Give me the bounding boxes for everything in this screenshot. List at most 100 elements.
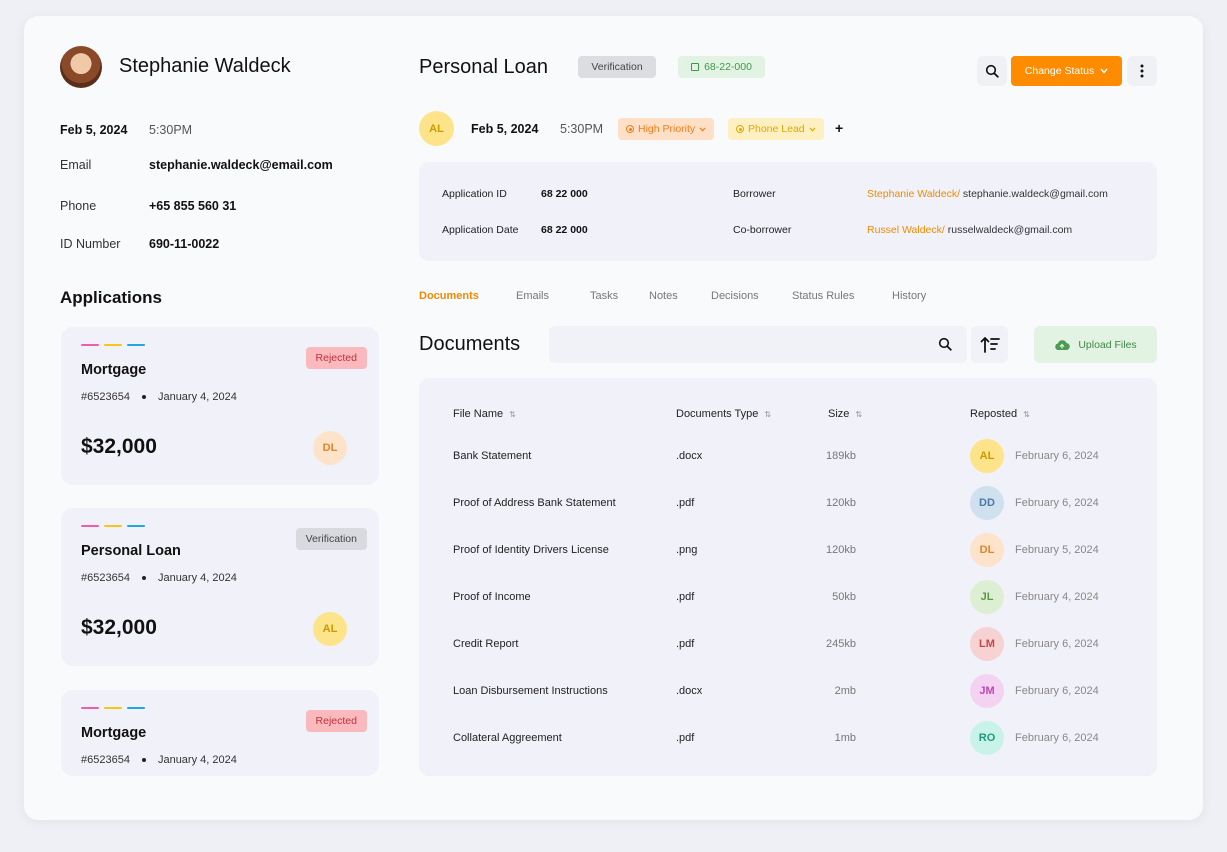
application-name: Mortgage (81, 725, 147, 741)
sort-icon: ⇅ (764, 409, 772, 419)
borrower-value: Stephanie Waldeck/ stephanie.waldeck@gma… (867, 188, 1108, 200)
chevron-down-icon (1100, 68, 1108, 74)
separator-dot (141, 576, 146, 580)
tab-emails[interactable]: Emails (516, 290, 549, 302)
coborrower-email: russelwaldeck@gmail.com (944, 224, 1073, 236)
application-date: January 4, 2024 (157, 391, 237, 403)
application-id-label: Application ID (442, 188, 507, 200)
application-amount: $32,000 (81, 435, 157, 458)
more-vertical-icon (1140, 64, 1144, 78)
separator-dot (141, 758, 146, 762)
application-card[interactable]: Mortgage Rejected #6523654 January 4, 20… (61, 690, 379, 776)
tab-tasks[interactable]: Tasks (590, 290, 618, 302)
user-avatar: DD (970, 486, 1004, 520)
applications-title: Applications (60, 288, 163, 307)
lead-icon (736, 125, 744, 133)
column-header-documents-type[interactable]: Documents Type ⇅ (676, 408, 771, 420)
user-avatar: JL (970, 580, 1004, 614)
application-card[interactable]: Personal Loan Verification #6523654 Janu… (61, 508, 379, 666)
tab-notes[interactable]: Notes (649, 290, 678, 302)
application-meta: #6523654 January 4, 2024 (81, 391, 237, 403)
borrower-name-link[interactable]: Stephanie Waldeck/ (867, 188, 960, 200)
page-title: Personal Loan (419, 56, 548, 78)
application-amount: $32,000 (81, 616, 157, 639)
email-value: stephanie.waldeck@email.com (149, 158, 333, 172)
borrower-label: Borrower (733, 188, 776, 200)
column-header-file-name[interactable]: File Name ⇅ (453, 408, 516, 420)
application-info-panel (419, 162, 1157, 261)
id-number-label: ID Number (60, 237, 121, 251)
search-icon (985, 64, 999, 78)
column-header-size[interactable]: Size ⇅ (828, 408, 862, 420)
upload-files-label: Upload Files (1078, 338, 1137, 351)
size-cell: 2mb (834, 685, 856, 697)
document-type-cell: .png (676, 544, 698, 556)
application-name: Personal Loan (81, 543, 181, 559)
application-date: January 4, 2024 (157, 572, 237, 584)
application-id-value: 68 22 000 (541, 188, 588, 200)
add-tag-button[interactable]: + (835, 120, 843, 136)
phone-label: Phone (60, 199, 97, 213)
application-meta: #6523654 January 4, 2024 (81, 572, 237, 584)
document-type-cell: .docx (676, 450, 703, 462)
reposted-date-cell: February 6, 2024 (1015, 638, 1099, 650)
upload-files-button[interactable]: Upload Files (1034, 326, 1157, 363)
sort-icon (980, 336, 1000, 353)
priority-tag[interactable]: High Priority (618, 118, 715, 140)
application-date-value: 68 22 000 (541, 224, 588, 236)
document-type-cell: .pdf (676, 638, 695, 650)
file-name-cell: Loan Disbursement Instructions (453, 685, 608, 697)
tab-history[interactable]: History (892, 290, 926, 302)
column-header-reposted[interactable]: Reposted ⇅ (970, 408, 1030, 420)
reposted-date-cell: February 4, 2024 (1015, 591, 1099, 603)
search-icon (938, 337, 952, 351)
id-pill[interactable]: 68-22-000 (678, 56, 765, 78)
column-label: Reposted (970, 408, 1018, 420)
column-label: Size (828, 408, 850, 420)
document-type-cell: .pdf (676, 497, 695, 509)
reposted-date-cell: February 6, 2024 (1015, 732, 1099, 744)
phone-value: +65 855 560 31 (149, 199, 237, 213)
user-name: Stephanie Waldeck (119, 55, 291, 77)
profile-time: 5:30PM (149, 123, 193, 137)
assignee-avatar: AL (313, 612, 347, 646)
status-badge: Verification (295, 528, 367, 550)
file-name-cell: Bank Statement (453, 450, 532, 462)
status-badge: Rejected (305, 347, 367, 369)
user-avatar: RO (970, 721, 1004, 755)
tab-decisions[interactable]: Decisions (711, 290, 759, 302)
size-cell: 120kb (826, 497, 856, 509)
application-ref: #6523654 (81, 572, 130, 584)
file-name-cell: Collateral Aggreement (453, 732, 562, 744)
application-meta: #6523654 January 4, 2024 (81, 754, 237, 766)
header-date: Feb 5, 2024 (471, 122, 539, 136)
documents-title: Documents (419, 333, 521, 355)
more-options-button[interactable] (1127, 56, 1157, 86)
email-label: Email (60, 158, 92, 172)
application-name: Mortgage (81, 362, 147, 378)
tab-documents[interactable]: Documents (419, 290, 479, 302)
search-button[interactable] (977, 56, 1007, 86)
coborrower-value: Russel Waldeck/ russelwaldeck@gmail.com (867, 224, 1072, 236)
documents-search-input[interactable] (549, 326, 967, 363)
sort-icon: ⇅ (855, 409, 863, 419)
size-cell: 1mb (834, 732, 856, 744)
application-card[interactable]: Mortgage Rejected #6523654 January 4, 20… (61, 327, 379, 485)
copy-icon (691, 63, 700, 71)
tab-status-rules[interactable]: Status Rules (792, 290, 854, 302)
document-type-cell: .pdf (676, 732, 695, 744)
priority-label: High Priority (638, 123, 696, 135)
reposted-date-cell: February 6, 2024 (1015, 497, 1099, 509)
user-avatar: JM (970, 674, 1004, 708)
sort-button[interactable] (971, 326, 1008, 363)
cloud-upload-icon (1055, 339, 1071, 350)
size-cell: 189kb (826, 450, 856, 462)
lead-tag[interactable]: Phone Lead (728, 118, 824, 140)
application-ref: #6523654 (81, 754, 130, 766)
coborrower-name-link[interactable]: Russel Waldeck/ (867, 224, 945, 236)
color-bars (81, 344, 145, 346)
application-date-label: Application Date (442, 224, 519, 236)
id-number-value: 690-11-0022 (149, 237, 220, 251)
change-status-button[interactable]: Change Status (1011, 56, 1122, 86)
size-cell: 245kb (826, 638, 856, 650)
